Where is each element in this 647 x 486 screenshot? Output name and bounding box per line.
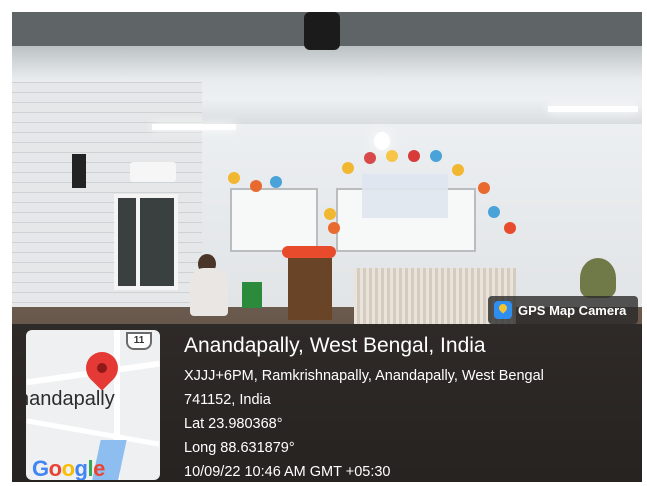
gps-map-camera-badge: GPS Map Camera: [488, 296, 638, 324]
paper-decoration: [342, 162, 354, 174]
paper-decoration: [250, 180, 262, 192]
longitude: Long 88.631879°: [184, 440, 295, 456]
address-line-1: XJJJ+6PM, Ramkrishnapally, Anandapally, …: [184, 368, 544, 384]
paper-decoration: [504, 222, 516, 234]
paper-decoration: [408, 150, 420, 162]
timestamp: 10/09/22 10:46 AM GMT +05:30: [184, 464, 391, 480]
map-place-label: nandapally: [26, 388, 115, 410]
wall-speaker: [72, 154, 86, 188]
air-conditioner: [130, 162, 176, 182]
google-logo: Google: [32, 456, 105, 480]
potted-plant: [580, 258, 616, 298]
seated-person: [190, 268, 228, 316]
paper-decoration: [228, 172, 240, 184]
gps-badge-label: GPS Map Camera: [518, 302, 627, 318]
tube-light: [152, 124, 236, 130]
paper-decoration: [478, 182, 490, 194]
green-chair: [242, 282, 262, 308]
address-line-2: 741152, India: [184, 392, 271, 408]
map-road: [26, 418, 160, 447]
wall-banner: [362, 174, 448, 218]
whiteboard: [230, 188, 318, 252]
paper-decoration: [488, 206, 500, 218]
ceiling-bulb: [374, 132, 390, 150]
paper-decoration: [270, 176, 282, 188]
paper-decoration: [386, 150, 398, 162]
location-title: Anandapally, West Bengal, India: [184, 334, 486, 357]
gps-map-camera-icon: [494, 301, 512, 319]
flower-decoration: [282, 246, 336, 258]
latitude: Lat 23.980368°: [184, 416, 283, 432]
paper-decoration: [452, 164, 464, 176]
wooden-podium: [288, 258, 332, 320]
paper-decoration: [430, 150, 442, 162]
hanging-projector: [304, 12, 340, 50]
paper-decoration: [364, 152, 376, 164]
paper-decoration: [328, 222, 340, 234]
road-shield: 11: [126, 332, 152, 350]
paper-decoration: [324, 208, 336, 220]
map-thumbnail: 11 nandapally Google: [26, 330, 160, 480]
tube-light: [548, 106, 638, 112]
window: [114, 194, 178, 290]
classroom-photo: GPS Map Camera 11 nandapally Google Anan…: [12, 12, 642, 482]
